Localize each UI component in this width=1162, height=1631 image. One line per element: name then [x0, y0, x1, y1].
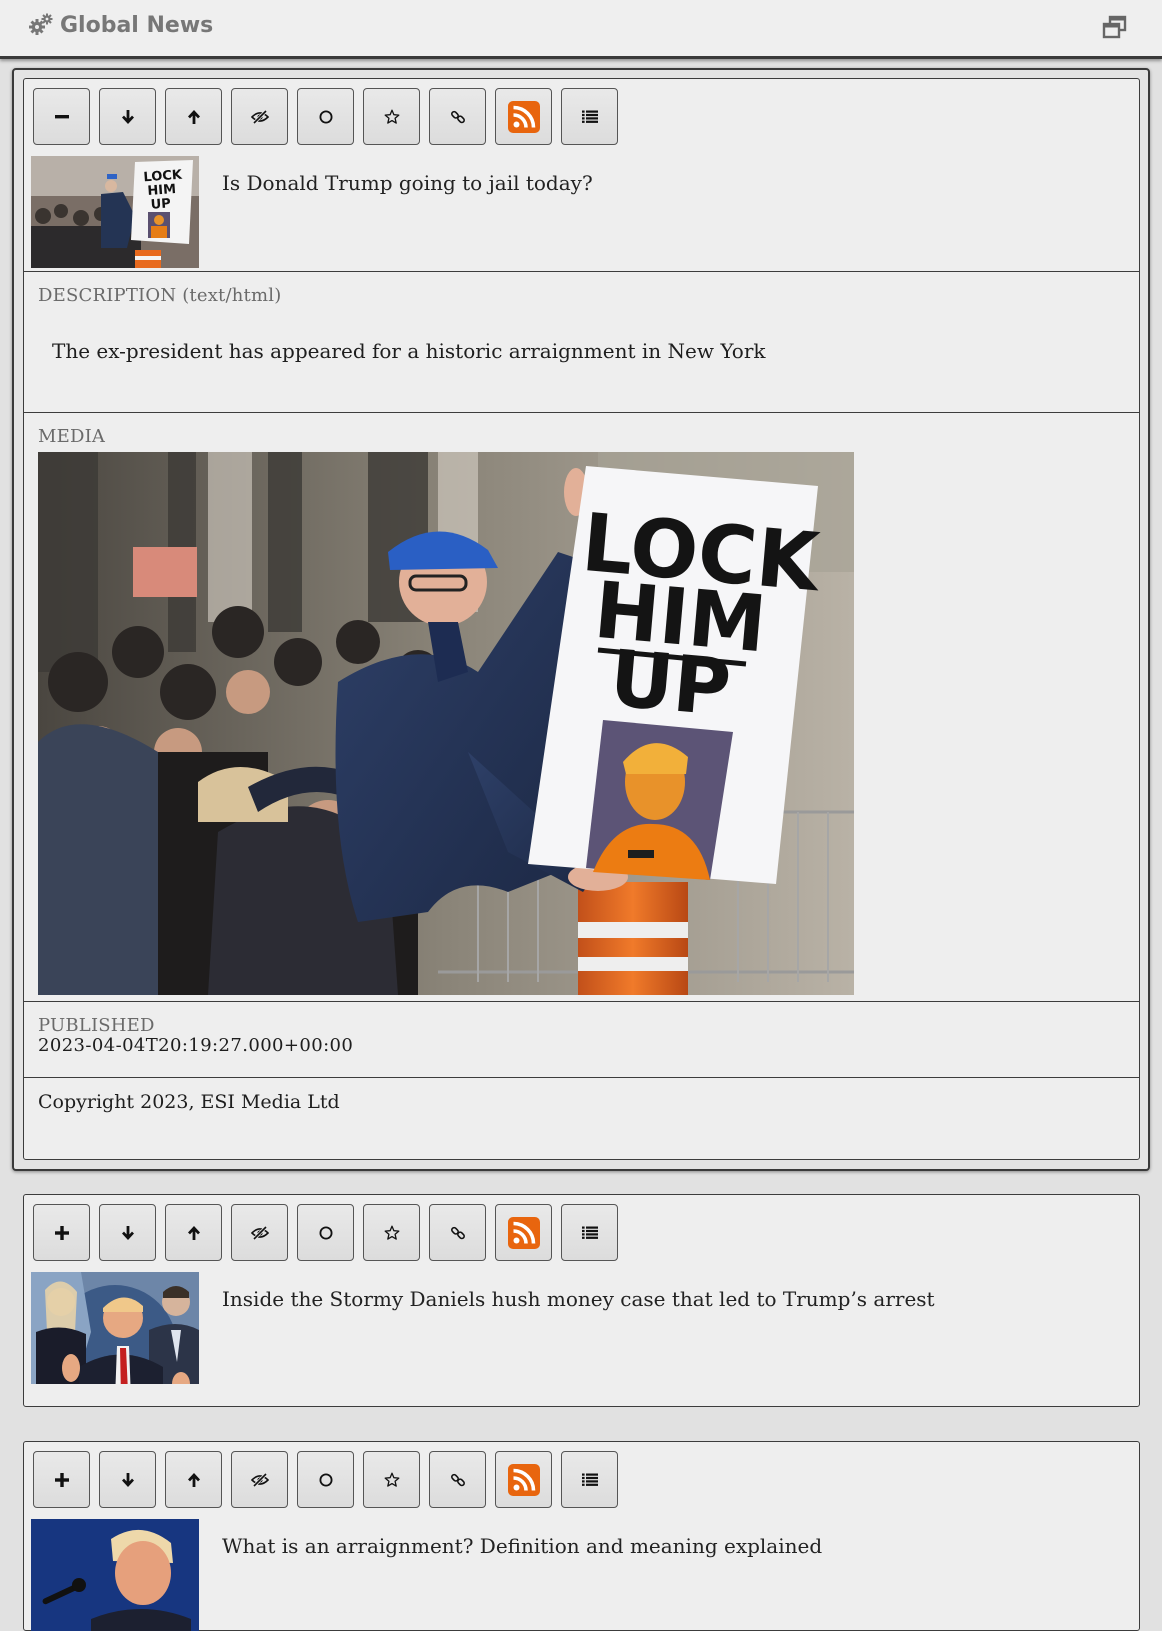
window-restore-icon[interactable] — [1102, 14, 1128, 40]
copyright-section: Copyright 2023, ESI Media Ltd — [24, 1077, 1139, 1161]
mark-read-button[interactable] — [297, 1204, 354, 1261]
description-section: DESCRIPTION (text/html) The ex-president… — [24, 271, 1139, 412]
open-link-button[interactable] — [429, 88, 486, 145]
article-card: What is an arraignment? Definition and m… — [23, 1441, 1140, 1631]
article-card-expanded: LOCK HIM UP Is Donald Trump going to jai… — [23, 78, 1140, 1160]
copyright-text: Copyright 2023, ESI Media Ltd — [38, 1091, 340, 1113]
hide-button[interactable] — [231, 88, 288, 145]
arrow-up-icon — [187, 1225, 201, 1241]
details-list-button[interactable] — [561, 1204, 618, 1261]
favorite-button[interactable] — [363, 1451, 420, 1508]
collapse-button[interactable] — [33, 88, 90, 145]
circle-icon — [319, 1226, 333, 1240]
link-icon — [450, 1472, 466, 1488]
article-thumbnail[interactable] — [31, 1272, 199, 1384]
article-card: Inside the Stormy Daniels hush money cas… — [23, 1194, 1140, 1407]
eye-slash-icon — [250, 1225, 269, 1240]
star-icon — [384, 1225, 400, 1241]
eye-slash-icon — [250, 109, 269, 124]
description-label: DESCRIPTION (text/html) — [38, 285, 282, 306]
circle-icon — [319, 110, 333, 124]
move-up-button[interactable] — [165, 1204, 222, 1261]
rss-icon — [507, 1216, 540, 1249]
media-image[interactable]: LOCK HIM UP — [38, 452, 854, 995]
move-up-button[interactable] — [165, 88, 222, 145]
hide-button[interactable] — [231, 1204, 288, 1261]
open-link-button[interactable] — [429, 1451, 486, 1508]
arrow-up-icon — [187, 1472, 201, 1488]
arrow-down-icon — [121, 1225, 135, 1241]
move-down-button[interactable] — [99, 1204, 156, 1261]
media-section: MEDIA LOCK HIM UP — [24, 412, 1139, 1001]
arrow-down-icon — [121, 109, 135, 125]
favorite-button[interactable] — [363, 88, 420, 145]
list-icon — [581, 110, 598, 123]
gears-icon — [28, 13, 54, 37]
favorite-button[interactable] — [363, 1204, 420, 1261]
rss-icon — [507, 1463, 540, 1496]
rss-feed-button[interactable] — [495, 1451, 552, 1508]
article-thumbnail[interactable]: LOCK HIM UP — [31, 156, 199, 268]
article-toolbar — [33, 88, 618, 146]
published-value: 2023-04-04T20:19:27.000+00:00 — [38, 1035, 354, 1056]
star-icon — [384, 109, 400, 125]
mark-read-button[interactable] — [297, 88, 354, 145]
link-icon — [450, 109, 466, 125]
details-list-button[interactable] — [561, 88, 618, 145]
mark-read-button[interactable] — [297, 1451, 354, 1508]
hide-button[interactable] — [231, 1451, 288, 1508]
list-icon — [581, 1226, 598, 1239]
app-title-group: Global News — [28, 10, 213, 40]
move-up-button[interactable] — [165, 1451, 222, 1508]
expand-button[interactable] — [33, 1451, 90, 1508]
app-title: Global News — [60, 12, 214, 38]
sign-text-line3: UP — [606, 634, 734, 734]
rss-feed-button[interactable] — [495, 1204, 552, 1261]
arrow-down-icon — [121, 1472, 135, 1488]
article-toolbar — [33, 1451, 618, 1509]
details-list-button[interactable] — [561, 1451, 618, 1508]
article-headline[interactable]: Is Donald Trump going to jail today? — [222, 170, 593, 196]
eye-slash-icon — [250, 1472, 269, 1487]
description-text: The ex-president has appeared for a hist… — [52, 339, 766, 363]
published-label: PUBLISHED — [38, 1015, 155, 1036]
plus-icon — [54, 1472, 69, 1487]
link-icon — [450, 1225, 466, 1241]
article-headline[interactable]: Inside the Stormy Daniels hush money cas… — [222, 1286, 935, 1312]
expand-button[interactable] — [33, 1204, 90, 1261]
plus-icon — [54, 1225, 69, 1240]
arrow-up-icon — [187, 109, 201, 125]
app-header: Global News — [0, 0, 1162, 59]
rss-feed-button[interactable] — [495, 88, 552, 145]
media-label: MEDIA — [38, 426, 106, 447]
move-down-button[interactable] — [99, 88, 156, 145]
article-thumbnail[interactable] — [31, 1519, 199, 1631]
published-section: PUBLISHED 2023-04-04T20:19:27.000+00:00 — [24, 1001, 1139, 1077]
article-toolbar — [33, 1204, 618, 1262]
article-headline[interactable]: What is an arraignment? Definition and m… — [222, 1533, 822, 1559]
rss-icon — [507, 100, 540, 133]
move-down-button[interactable] — [99, 1451, 156, 1508]
star-icon — [384, 1472, 400, 1488]
circle-icon — [319, 1473, 333, 1487]
open-link-button[interactable] — [429, 1204, 486, 1261]
minus-icon — [54, 114, 69, 119]
list-icon — [581, 1473, 598, 1486]
svg-text:UP: UP — [150, 196, 171, 212]
